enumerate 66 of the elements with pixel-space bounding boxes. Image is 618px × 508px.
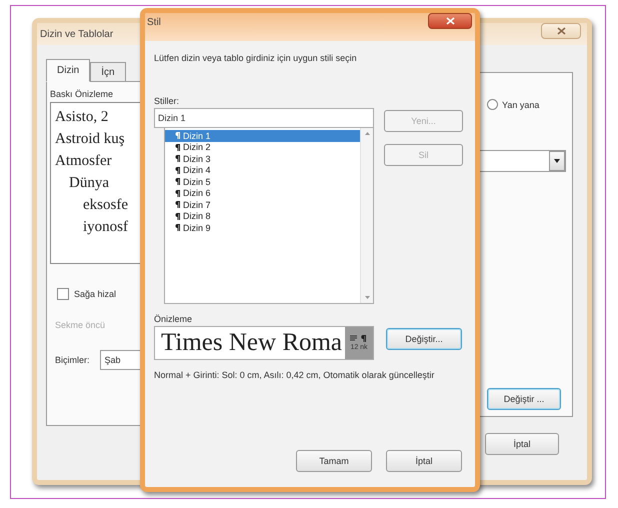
close-button[interactable] [541,23,581,39]
style-name: Dizin 6 [183,188,211,198]
pilcrow-icon [175,190,180,197]
preview-text: Times New Roma [161,329,342,357]
style-list-item[interactable]: Dizin 8 [165,210,360,222]
paragraph-icon [350,335,368,342]
scroll-up-icon[interactable] [364,132,370,135]
dropdown-button[interactable] [549,151,565,171]
window-title: Dizin ve Tablolar [40,29,114,40]
ok-button[interactable]: Tamam [296,450,372,472]
modify-button[interactable]: Değiştir... [386,328,462,350]
style-description: Normal + Girinti: Sol: 0 cm, Asılı: 0,42 cm, Otomatik olarak güncelleştir [154,369,436,382]
radio-label: Yan yana [502,100,540,110]
pilcrow-icon [175,212,180,220]
style-name-field[interactable]: Dizin 1 [154,108,374,128]
style-list-item[interactable]: Dizin 7 [165,199,360,210]
style-list-item[interactable]: Dizin 4 [165,164,360,176]
checkbox-label: Sağa hizal [74,289,116,299]
cancel-button[interactable]: İptal [386,450,462,472]
pilcrow-icon [175,166,180,174]
pilcrow-icon [175,132,180,140]
pilcrow-icon [175,178,180,186]
style-name: Dizin 4 [183,165,211,176]
formats-label: Biçimler: [55,355,90,365]
pilcrow-icon [175,224,180,232]
pilcrow-icon [175,155,180,162]
close-icon [556,27,566,35]
style-name: Dizin 9 [183,222,211,233]
radio-button[interactable] [487,99,498,110]
instruction-text: Lütfen dizin veya tablo girdiniz için uygun stili seçin [154,53,358,63]
cancel-button[interactable]: İptal [485,433,559,455]
style-name: Dizin 2 [183,142,211,152]
styles-label: Stiller: [154,96,180,106]
pilcrow-icon [175,201,180,208]
preview-entry: Dünya [69,174,110,193]
close-button[interactable] [428,13,472,29]
style-list-item[interactable]: Dizin 5 [165,176,360,188]
modify-button[interactable]: Değiştir ... [487,388,561,410]
preview-entry: iyonosf [83,218,129,237]
window-title: Stil [147,17,161,28]
close-icon [446,17,454,25]
caret-icon [554,159,560,163]
formats-dropdown[interactable]: Şab [100,350,141,370]
style-name: Dizin 3 [183,154,211,164]
style-list-item[interactable]: Dizin 3 [165,153,360,164]
tab-leader-label: Sekme öncü [55,320,106,330]
preview-entry: Asisto, 2 [55,108,110,127]
preview-label: Baskı Önizleme [50,89,114,99]
preview-entry: eksosfe [83,196,129,215]
style-name: Dizin 5 [183,176,211,187]
style-name: Dizin 7 [183,200,211,210]
style-list-item[interactable]: Dizin 6 [165,188,360,199]
tab[interactable]: Dizin [46,59,90,82]
style-list-item[interactable]: Dizin 2 [165,142,360,153]
checkbox[interactable] [57,288,69,300]
scroll-down-icon[interactable] [364,296,370,299]
preview-entry: Astroid kuş [55,130,126,149]
style-name: Dizin 1 [183,130,211,141]
preview-entry: Atmosfer [55,152,113,171]
preview-label: Önizleme [154,314,194,324]
tab[interactable]: İçn [90,62,126,82]
style-name: Dizin 8 [183,211,211,222]
style-list-item[interactable]: Dizin 9 [165,222,360,234]
pilcrow-icon [175,144,180,151]
scrollbar[interactable] [360,128,373,303]
style-list-item[interactable]: Dizin 1 [165,130,360,142]
